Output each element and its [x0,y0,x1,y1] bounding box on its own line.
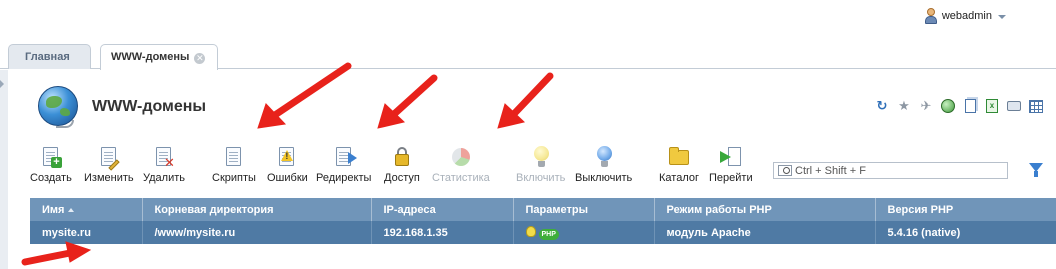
copy-icon[interactable] [962,98,978,114]
edit-button[interactable]: Изменить [84,146,134,186]
side-panel-toggle[interactable] [0,70,8,269]
table-row[interactable]: mysite.ru /www/mysite.ru 192.168.1.35 PH… [30,221,1056,244]
create-label: Создать [30,172,72,184]
cell-root: /www/mysite.ru [142,221,372,244]
bulb-icon [525,225,536,237]
tab-home-label: Главная [25,51,70,63]
tab-bar: Главная WWW-домены ✕ [0,44,1056,70]
cell-php-version: 5.4.16 (native) [875,221,1056,244]
pin-icon[interactable]: ✈ [918,98,934,114]
column-header-label: Имя [42,203,65,216]
goto-button[interactable]: Перейти [709,146,753,186]
chevron-right-icon [0,80,4,88]
annotation-arrow-redirects [377,74,438,129]
column-header-params[interactable]: Параметры [513,198,655,221]
column-header-php-version[interactable]: Версия PHP [875,198,1056,221]
create-icon: + [40,146,62,168]
globe-icon[interactable] [940,98,956,114]
annotation-arrow-scripts [257,62,352,129]
star-icon[interactable]: ★ [896,98,912,114]
disable-button[interactable]: Выключить [575,146,632,186]
search-icon [778,165,792,176]
warning-icon [276,146,298,168]
goto-label: Перейти [709,172,753,184]
scripts-label: Скрипты [212,172,256,184]
delete-button[interactable]: ✕ Удалить [143,146,185,186]
page-header: WWW-домены [38,86,206,128]
goto-icon [719,146,742,168]
folder-icon [668,146,690,168]
sort-asc-icon [68,207,75,212]
print-icon[interactable] [1006,98,1022,114]
refresh-icon[interactable]: ↻ [874,98,890,114]
column-header-root[interactable]: Корневая директория [142,198,372,221]
cell-params: PHP [513,221,655,244]
search-input[interactable]: Ctrl + Shift + F [773,162,1008,179]
delete-icon: ✕ [153,146,175,169]
access-label: Доступ [384,172,420,184]
column-header-php-mode[interactable]: Режим работы PHP [654,198,876,221]
table-header: Имя Корневая директория IP-адреса Параме… [30,198,1056,221]
enable-label: Включить [516,172,566,184]
redirects-label: Редиректы [316,172,372,184]
statistics-label: Статистика [432,172,490,184]
cell-php-mode: модуль Apache [654,221,876,244]
domains-table: Имя Корневая директория IP-адреса Параме… [30,198,1056,244]
header-actions: ↻ ★ ✈ x [874,98,1044,114]
user-icon [924,8,938,24]
access-button[interactable]: Доступ [384,146,420,186]
errors-button[interactable]: Ошибки [267,146,308,186]
page-title: WWW-домены [92,98,207,115]
close-icon[interactable]: ✕ [194,53,206,64]
errors-label: Ошибки [267,172,308,184]
bulb-on-icon [530,146,552,168]
search-placeholder: Ctrl + Shift + F [795,164,866,177]
globe-icon [38,86,80,128]
excel-icon[interactable]: x [984,98,1000,114]
cell-ip: 192.168.1.35 [371,221,514,244]
edit-icon [98,146,120,171]
disable-label: Выключить [575,172,633,184]
php-icon: PHP [538,228,559,240]
tab-home[interactable]: Главная [8,44,91,69]
lock-icon [391,146,413,168]
cell-name: mysite.ru [30,221,143,244]
tab-www-domains-label: WWW-домены [111,51,190,63]
delete-label: Удалить [143,172,185,184]
redirect-icon [333,146,357,168]
enable-button[interactable]: Включить [516,146,565,186]
chevron-down-icon [998,15,1006,19]
pie-chart-icon [450,146,472,168]
tab-www-domains[interactable]: WWW-домены ✕ [100,44,218,70]
column-header-ip[interactable]: IP-адреса [371,198,514,221]
catalog-label: Каталог [659,172,699,184]
annotation-arrow-statistics [497,72,554,129]
table-settings-icon[interactable] [1028,98,1044,114]
bulb-off-icon [593,146,615,168]
filter-icon[interactable] [1029,163,1043,177]
column-header-name[interactable]: Имя [30,198,143,221]
scripts-icon [223,146,245,168]
redirects-button[interactable]: Редиректы [316,146,371,186]
username: webadmin [941,10,992,22]
annotation-arrow-row [21,241,92,266]
scripts-button[interactable]: Скрипты [212,146,256,186]
catalog-button[interactable]: Каталог [659,146,699,186]
statistics-button[interactable]: Статистика [432,146,490,186]
edit-label: Изменить [84,172,134,184]
user-menu[interactable]: webadmin [924,8,1006,24]
create-button[interactable]: + Создать [30,146,72,186]
